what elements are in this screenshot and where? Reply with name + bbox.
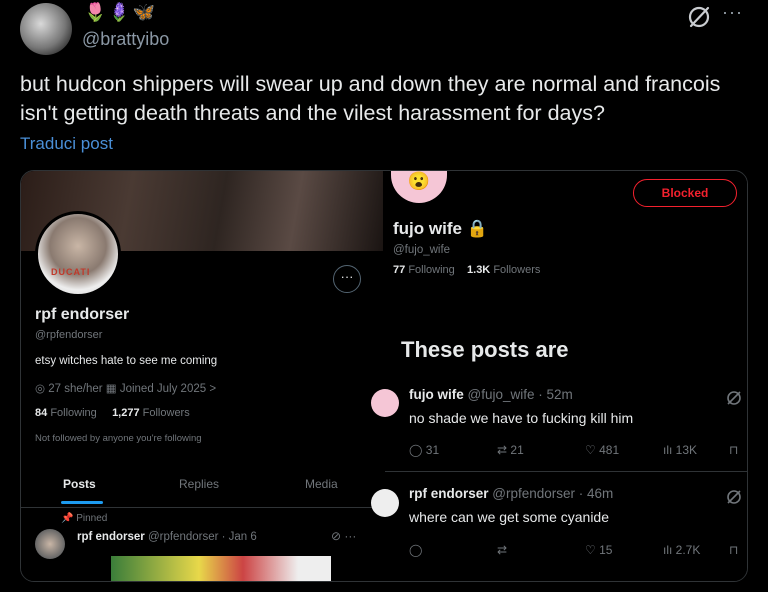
views-icon: ılı [663,543,676,557]
post-avatar [35,529,65,559]
protected-posts-heading: These posts are [401,337,569,362]
post-header: fujo wife @fujo_wife · 52m [409,387,573,402]
profile-follow-counts: 77 Following 1.3K Followers [393,264,540,276]
post-avatar [371,489,399,517]
translate-link[interactable]: Traduci post [20,134,113,154]
post-text: where can we get some cyanide [409,509,609,525]
reply-icon: ◯ [409,443,426,457]
not-followed-note: Not followed by anyone you're following [35,433,202,444]
tab-replies: Replies [179,477,220,491]
profile-handle: @rpfendorser [35,329,103,341]
bookmark-icon: ⊓ [729,443,739,457]
display-name-emojis[interactable]: 🌷🪻🦋 [84,2,157,23]
profile-avatar [35,211,121,297]
author-handle[interactable]: @brattyibo [82,29,169,50]
profile-handle: @fujo_wife [393,244,451,256]
profile-more-button: ··· [333,265,361,293]
post-author-name: rpf endorser [77,531,145,543]
profile-avatar-emoji: 😮 [391,171,447,203]
following-count: 84 [35,407,48,419]
grok-icon[interactable] [686,4,712,30]
post-text: no shade we have to fucking kill him [409,410,634,426]
like-count: ♡ 481 [585,443,620,457]
like-count: ♡ 15 [585,543,613,557]
post-divider [385,471,747,472]
followers-label: Followers [493,264,541,276]
tab-posts: Posts [63,477,96,491]
reply-icon: ◯ [409,543,423,557]
profile-bio: etsy witches hate to see me coming [35,355,218,367]
tweet-text: but hudcon shippers will swear up and do… [20,72,721,125]
profile-name: rpf endorser [35,306,130,323]
pinned-label: 📌 Pinned [61,513,108,524]
view-count: ılı 13K [663,443,698,457]
post-avatar [371,389,399,417]
following-label: Following [408,264,455,276]
followers-count: 1.3K [467,264,491,276]
more-options-icon[interactable]: ··· [722,2,743,23]
repost-icon: ⇄ [497,443,511,457]
reply-count: ◯ 31 [409,443,440,457]
bookmark-icon: ⊓ [729,543,739,557]
profile-name: fujo wife 🔒 [393,219,488,238]
post-header: rpf endorser @rpfendorser · 46m [409,486,613,501]
post-author-meta: @rpfendorser · 46m [492,486,614,501]
pinned-post-header: rpf endorser @rpfendorser · Jan 6 [77,531,257,543]
following-label: Following [50,407,97,419]
active-tab-indicator [61,501,103,504]
views-icon: ılı [663,443,676,457]
left-screenshot: DUCATI ··· rpf endorser @rpfendorser ets… [21,171,383,581]
media-attachment[interactable]: DUCATI ··· rpf endorser @rpfendorser ets… [20,170,748,582]
blocked-button: Blocked [633,179,737,207]
repost-count: ⇄ 21 [497,443,524,457]
grok-icon [727,490,741,504]
followers-count: 1,277 [112,407,140,419]
heart-icon: ♡ [585,443,600,457]
pinned-post-image [111,556,331,581]
tab-media: Media [305,477,338,491]
right-screenshot: 😮 Blocked fujo wife 🔒 @fujo_wife 77 Foll… [371,171,747,581]
profile-follow-counts: 84 Following 1,277 Followers [35,407,190,419]
post-author-name: fujo wife [409,387,464,402]
post-author-name: rpf endorser [409,486,489,501]
view-count: ılı 2.7K [663,543,701,557]
avatar-shirt-text: DUCATI [51,267,91,277]
author-avatar[interactable] [20,3,72,55]
grok-icon [727,391,741,405]
post-author-meta: @fujo_wife · 52m [467,387,573,402]
following-count: 77 [393,264,406,276]
post-action-icons: ⊘ ··· [331,529,357,543]
heart-icon: ♡ [585,543,600,557]
repost-icon: ⇄ [497,543,508,557]
profile-meta: ◎ 27 she/her ▦ Joined July 2025 > [35,383,217,395]
followers-label: Followers [142,407,190,419]
post-author-meta: @rpfendorser · Jan 6 [147,531,257,543]
